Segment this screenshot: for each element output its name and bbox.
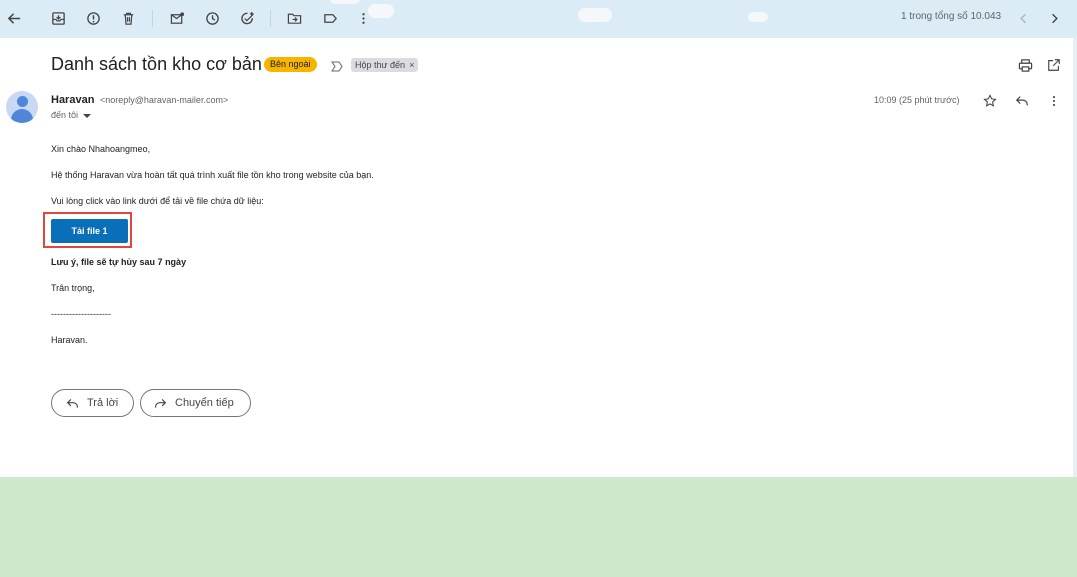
remove-label-icon[interactable]: × — [409, 60, 414, 70]
recipient-details-toggle[interactable]: đến tôi — [51, 110, 92, 120]
email-signature: Haravan. — [51, 335, 88, 345]
email-body-line: Vui lòng click vào link dưới để tải về f… — [51, 196, 264, 206]
important-marker-icon[interactable] — [331, 59, 343, 72]
scrollbar[interactable] — [1073, 38, 1077, 477]
recipient-text: đến tôi — [51, 110, 79, 120]
report-spam-icon[interactable] — [83, 8, 103, 28]
email-divider-text: -------------------- — [51, 309, 111, 319]
snooze-clock-icon[interactable] — [202, 8, 222, 28]
mark-unread-icon[interactable] — [167, 8, 187, 28]
print-icon[interactable] — [1017, 57, 1033, 73]
move-to-folder-icon[interactable] — [284, 8, 304, 28]
theme-background-grass — [0, 477, 1077, 577]
email-timestamp: 10:09 (25 phút trước) — [874, 95, 960, 105]
back-arrow-icon[interactable] — [4, 8, 24, 28]
sender-email: <noreply@haravan-mailer.com> — [100, 95, 229, 105]
label-inbox-text: Hộp thư đến — [355, 60, 406, 70]
forward-arrow-icon — [155, 398, 167, 408]
avatar[interactable] — [6, 91, 38, 123]
chevron-left-icon[interactable] — [1013, 8, 1033, 28]
label-external: Bên ngoài — [264, 57, 317, 72]
reply-arrow-icon — [66, 398, 78, 408]
label-inbox[interactable]: Hộp thư đến × — [351, 58, 419, 72]
email-body-line: Hệ thống Haravan vừa hoàn tất quá trình … — [51, 170, 374, 180]
reply-button[interactable]: Trả lời — [51, 389, 134, 417]
forward-button[interactable]: Chuyển tiếp — [140, 389, 251, 417]
pagination-count: 1 trong tổng số 10.043 — [901, 11, 1002, 22]
delete-icon[interactable] — [118, 8, 138, 28]
chevron-right-icon[interactable] — [1044, 8, 1064, 28]
email-subject: Danh sách tồn kho cơ bản — [51, 54, 262, 74]
toolbar-divider — [152, 10, 153, 27]
email-greeting: Xin chào Nhahoangmeo, — [51, 144, 151, 154]
star-icon[interactable] — [982, 93, 998, 109]
archive-icon[interactable] — [48, 8, 68, 28]
caret-down-icon[interactable] — [83, 113, 92, 118]
open-in-new-window-icon[interactable] — [1046, 57, 1062, 73]
email-note: Lưu ý, file sẽ tự hủy sau 7 ngày — [51, 257, 187, 267]
label-icon[interactable] — [320, 8, 340, 28]
reply-button-label: Trả lời — [87, 397, 119, 409]
email-regards: Trân trọng, — [51, 283, 95, 293]
sender-name: Haravan — [51, 94, 95, 106]
more-vert-icon[interactable] — [353, 8, 373, 28]
forward-button-label: Chuyển tiếp — [175, 397, 234, 409]
add-task-icon[interactable] — [237, 8, 257, 28]
more-options-icon[interactable] — [1046, 93, 1062, 109]
reply-icon[interactable] — [1014, 93, 1030, 109]
toolbar-divider — [270, 10, 271, 27]
download-file-button[interactable]: Tải file 1 — [51, 219, 128, 243]
